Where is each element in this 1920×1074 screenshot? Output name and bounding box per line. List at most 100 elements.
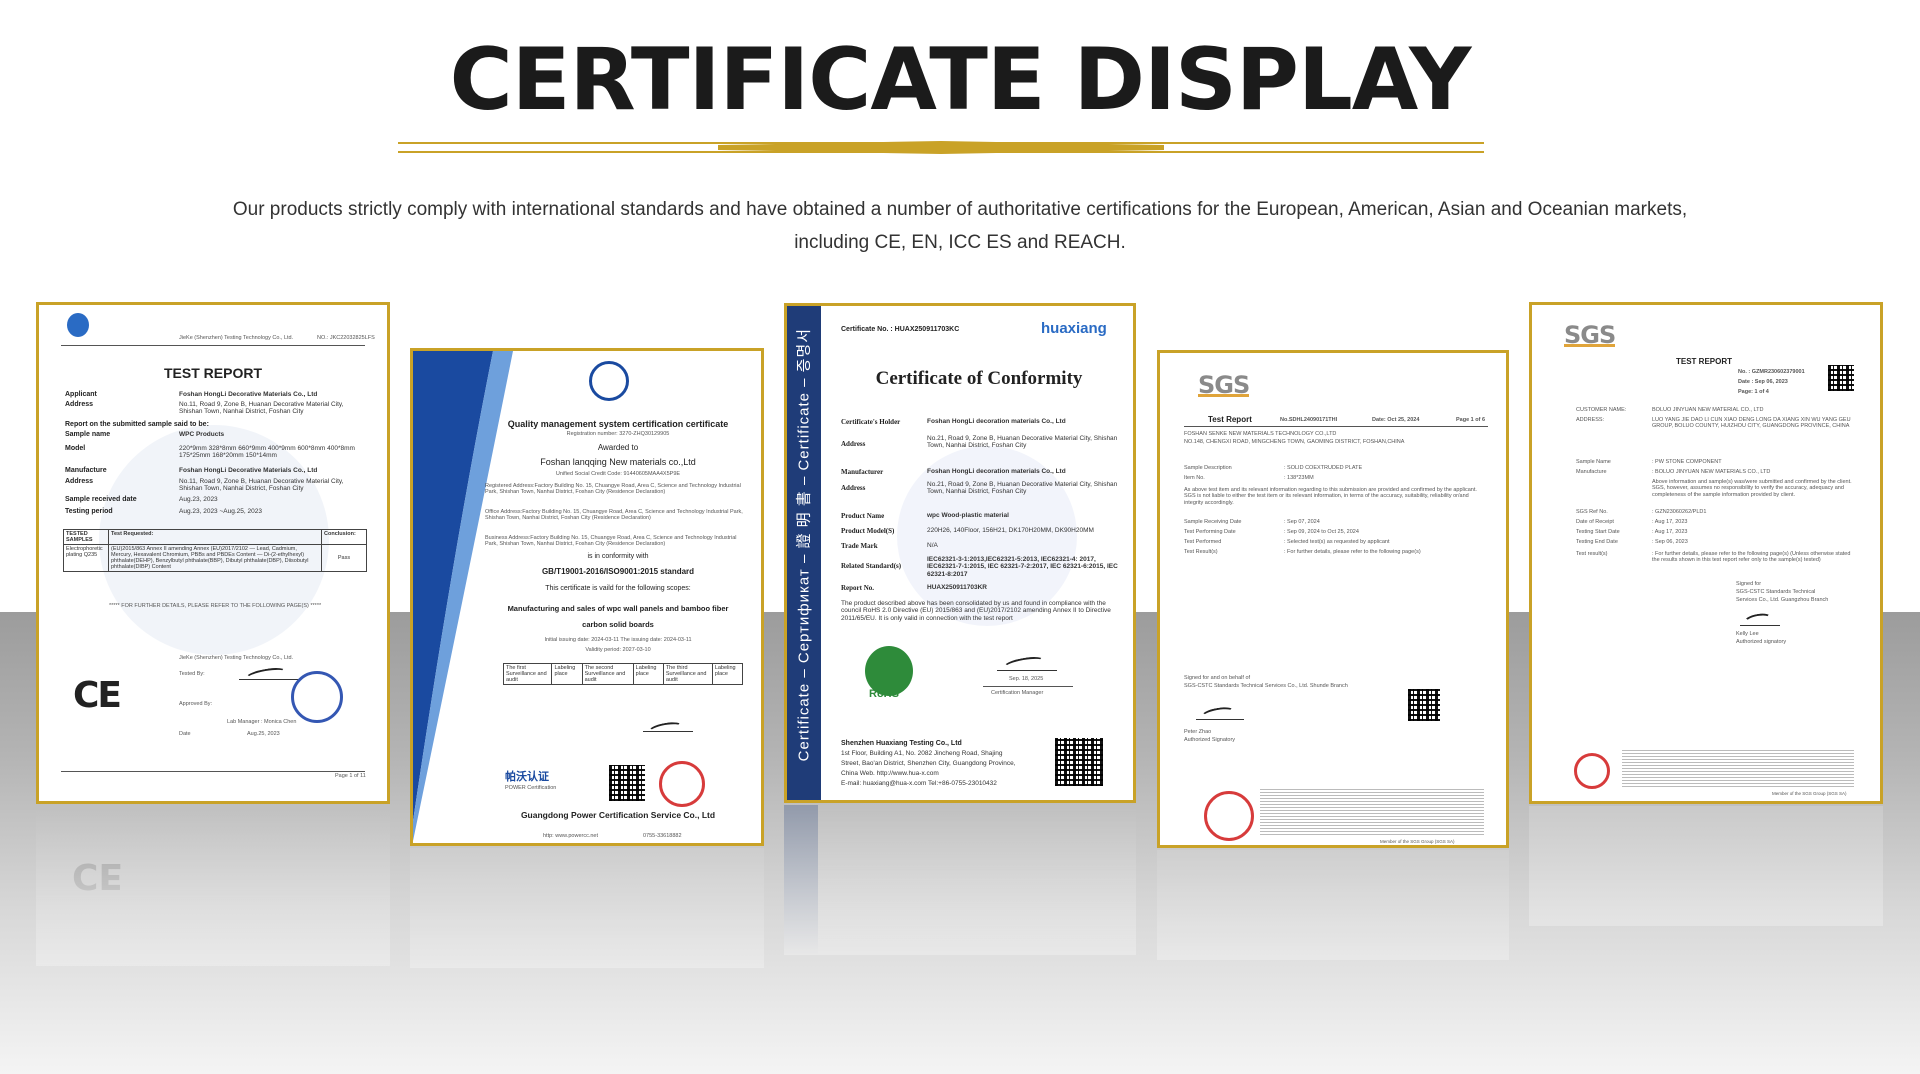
registration-number: Registration number: 3270-ZHQ30129905	[566, 431, 670, 437]
signer-title: Authorized signatory	[1736, 639, 1787, 645]
footer-rule	[61, 771, 365, 772]
client-note: Above information and sample(s) was/were…	[1652, 479, 1852, 498]
manufacturer-label: Manufacturer	[841, 468, 884, 476]
model-value: 220H26, 140Floor, 156H21, DK170H20MM, DK…	[927, 527, 1094, 534]
date-value: Aug.25, 2023	[247, 731, 280, 737]
title-divider	[398, 141, 1484, 154]
manager-signature	[997, 650, 1057, 671]
registered-address: Registered Address:Factory Building No. …	[485, 483, 741, 496]
certificate-jieke-test-report[interactable]: JieKe (Shenzhen) Testing Technology Co.,…	[36, 302, 390, 804]
header-rule	[1184, 426, 1488, 427]
tester-signature	[239, 663, 299, 680]
address-value: No.11, Road 9, Zone B, Huanan Decorative…	[179, 401, 344, 416]
manufacturer-address-label: Address	[841, 484, 866, 492]
company-seal	[291, 671, 343, 723]
issuing-dates: Initial issuing date: 2024-03-11 The iss…	[544, 637, 692, 643]
surveillance-1: The first Surveillance and audit	[502, 663, 553, 685]
ref-value: : GZN23060262/PLD1	[1652, 509, 1707, 515]
standards-value: IEC62321-3-1:2013,IEC62321-5:2013, IEC62…	[927, 556, 1118, 578]
description-value: : SOLID COEXTRUDED PLATE	[1284, 465, 1363, 471]
intro-line-2: including CE, EN, ICC ES and REACH.	[794, 232, 1126, 253]
ref-label: SGS Ref No.	[1576, 509, 1608, 515]
certificate-of-conformity[interactable]: Certificate – Сертификат – 證 明 書 – Certi…	[784, 303, 1136, 803]
certifier-emblem	[589, 361, 629, 401]
certificate-iso9001[interactable]: Quality management system certification …	[410, 348, 764, 846]
report-title: TEST REPORT	[1676, 357, 1733, 366]
result-value: : For further details, please refer to t…	[1652, 551, 1851, 564]
signed-company-1: SGS-CSTC Standards Technical	[1736, 589, 1816, 595]
sgs-logo: SGS	[1564, 321, 1616, 349]
qr-code	[1408, 689, 1440, 721]
report-value: HUAX250911703KR	[927, 584, 987, 591]
standard: GB/T19001-2016/ISO9001:2015 standard	[541, 567, 695, 576]
reflection-cert-2	[410, 848, 764, 968]
address-value: LUO YANG JIE DAO LI CUN XIAO DENG LONG D…	[1652, 417, 1851, 430]
issuer-website: China Web. http://www.hua-x.com	[841, 770, 939, 777]
performed-label: Test Performed	[1184, 539, 1222, 545]
result-value: : For further details, please refer to t…	[1284, 549, 1421, 555]
result-label: Test result(s)	[1576, 551, 1608, 557]
signed-company: SGS-CSTC Standards Technical Services Co…	[1184, 683, 1348, 689]
receipt-label: Date of Receipt	[1576, 519, 1614, 525]
received-label: Sample received date	[65, 496, 137, 503]
signer-title: Authorized Signatory	[1184, 737, 1236, 743]
lab-name: JieKe (Shenzhen) Testing Technology Co.,…	[179, 335, 294, 341]
address-value-2: No.11, Road 9, Zone B, Huanan Decorative…	[179, 478, 344, 493]
reflection-cert-4	[1157, 850, 1509, 960]
surveillance-3: The third Surveillance and audit	[662, 663, 713, 685]
signer-company: JieKe (Shenzhen) Testing Technology Co.,…	[179, 655, 294, 661]
address-label-2: Address	[65, 478, 94, 485]
certificate-number: Certificate No. : HUAX250911703KC	[841, 326, 960, 333]
period-label: Testing period	[65, 508, 113, 515]
issue-date: Sep. 18, 2025	[1009, 676, 1044, 682]
issuer-address-2: Street, Bao'an District, Shenzhen City, …	[841, 760, 1016, 767]
scope-line-2: carbon solid boards	[582, 620, 654, 629]
validity-period: Validity period: 2027-03-10	[585, 647, 651, 653]
director-signature	[643, 717, 693, 732]
business-address: Business Address:Factory Building No. 15…	[485, 535, 737, 548]
tested-by: Tested By:	[179, 671, 205, 677]
customer-label: CUSTOMER NAME:	[1576, 407, 1627, 413]
phone: 0755-33618882	[643, 833, 682, 839]
report-date: Date: Oct 25, 2024	[1372, 417, 1420, 423]
reflection-cert-3	[784, 805, 1136, 955]
lab-manager: Lab Manager : Monica Chen	[227, 719, 297, 725]
item-value: : 138*23MM	[1284, 475, 1314, 481]
page-number: Page 1 of 11	[335, 773, 366, 779]
test-summary-table: TESTED SAMPLES Test Requested: Conclusio…	[63, 529, 367, 572]
manufacturer-address-value: No.21, Road 9, Zone B, Huanan Decorative…	[927, 481, 1118, 496]
compliance-statement: The product described above has been con…	[841, 600, 1111, 622]
report-title: Test Report	[1208, 415, 1252, 424]
receipt-value: : Aug 17, 2023	[1652, 519, 1688, 525]
signed-company-2: Services Co., Ltd. Guangzhou Branch	[1736, 597, 1829, 603]
model-value: 220*9mm 328*8mm 660*9mm 400*9mm 600*8mm …	[179, 445, 355, 460]
result-label: Test Result(s)	[1184, 549, 1218, 555]
conformity-text: is in conformity with	[587, 553, 649, 560]
sample-label: Sample name	[65, 431, 111, 438]
surveillance-table: The first Surveillance and audit Labelin…	[502, 663, 744, 685]
issuer-name: Shenzhen Huaxiang Testing Co., Ltd	[841, 740, 962, 747]
certificate-sgs-test-report-2[interactable]: SGS TEST REPORT No. : GZMR230602379001 D…	[1529, 302, 1883, 804]
start-label: Testing Start Date	[1576, 529, 1620, 535]
received-value: Aug.23, 2023	[179, 496, 218, 503]
header-rule	[61, 345, 365, 346]
website: http: www.powercc.net	[543, 833, 599, 839]
disclaimer: As above test item and its relevant info…	[1184, 487, 1477, 506]
customer-value: BOLUO JINYUAN NEW MATERIAL CO., LTD	[1652, 407, 1764, 413]
sgs-member: Member of the SGS Group (SGS SA)	[1772, 791, 1847, 796]
manager-rule	[983, 686, 1073, 687]
performing-value: : Sep 09, 2024 to Oct 25, 2024	[1284, 529, 1359, 535]
start-value: : Aug 17, 2023	[1652, 529, 1688, 535]
cert-title: Quality management system certification …	[507, 419, 729, 429]
manufacturer-value: Foshan HongLi decoration materials Co., …	[927, 468, 1066, 475]
rohs-label: RoHS	[869, 688, 899, 700]
company-name: Foshan lanqqing New materials co.,Ltd	[540, 457, 696, 467]
jieke-logo	[67, 313, 89, 337]
red-seal	[1204, 791, 1254, 841]
holder-label: Certificate's Holder	[841, 418, 901, 426]
certificate-sgs-test-report-1[interactable]: SGS Test Report No.SDHL24090171THI Date:…	[1157, 350, 1509, 848]
standards-label: Related Standard(s)	[841, 562, 902, 570]
sample-label: Sample Name	[1576, 459, 1611, 465]
report-number: No. : GZMR230602379001	[1738, 369, 1805, 375]
qr-code	[1828, 365, 1854, 391]
